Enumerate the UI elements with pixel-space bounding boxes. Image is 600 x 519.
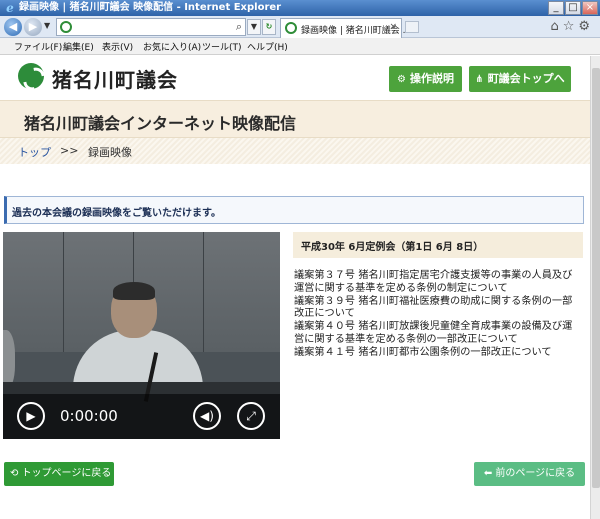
meeting-title: 平成30年 6月定例会（第1日 6月 8日）	[301, 242, 484, 253]
agenda-line: 議案第３７号 猪名川町指定居宅介護支援等の事業の人員及び	[294, 270, 573, 281]
wall-panel	[63, 232, 64, 352]
agenda-line: 改正について	[294, 308, 355, 320]
search-icon[interactable]: ⌕	[236, 20, 242, 34]
minimize-button[interactable]: _	[548, 1, 564, 15]
video-figure-left	[3, 330, 15, 390]
volume-icon[interactable]: ◀)	[193, 402, 221, 430]
agenda-line: 議案第３９号 猪名川町福祉医療費の助成に関する条例の一部	[294, 295, 573, 307]
speaker-hair	[113, 282, 155, 300]
sitemap-icon: ⋔	[475, 74, 484, 85]
intro-text: 過去の本会議の録画映像をご覧いただけます。	[12, 208, 221, 219]
agenda-line: 営に関する基準を定める条例の一部改正について	[294, 333, 518, 345]
page-content: 猪名川町議会 ⚙ 操作説明 ⋔ 町議会トップへ 猪名川町議会インターネット映像配信 …	[0, 56, 590, 519]
council-top-button[interactable]: ⋔ 町議会トップへ	[469, 66, 571, 92]
agenda-line: 運営に関する基準を定める条例の制定について	[294, 282, 508, 294]
breadcrumb-current: 録画映像	[88, 146, 132, 159]
site-name[interactable]: 猪名川町議会	[52, 64, 178, 93]
council-top-label: 町議会トップへ	[487, 72, 565, 85]
help-button-label: 操作説明	[409, 72, 454, 85]
agenda-line: 議案第４０号 猪名川町放課後児童健全育成事業の設備及び運	[294, 321, 573, 333]
scrollbar-thumb[interactable]	[592, 68, 600, 488]
home-favorites-settings-icons[interactable]: ⌂☆⚙	[550, 19, 594, 34]
breadcrumb: トップ >> 録画映像	[0, 138, 590, 164]
player-time: 0:00:00	[60, 407, 118, 425]
close-window-button[interactable]: ×	[582, 1, 598, 15]
page-title: 猪名川町議会インターネット映像配信	[24, 114, 297, 133]
breadcrumb-separator: >>	[60, 144, 79, 157]
window-titlebar: e 録画映像 | 猪名川町議会 映像配信 - Internet Explorer…	[0, 0, 600, 16]
forward-arrow-icon[interactable]: ▶	[24, 18, 42, 36]
back-arrow-icon[interactable]: ◀	[4, 18, 22, 36]
back-to-top-label: トップページに戻る	[21, 468, 112, 479]
refresh-arrow-icon: ⟲	[10, 468, 22, 479]
tab-favicon-icon	[285, 22, 297, 34]
refresh-icon[interactable]: ↻	[262, 19, 276, 35]
ie-logo-icon: e	[6, 1, 14, 15]
menu-bar: ファイル(F) 編集(E) 表示(V) お気に入り(A) ツール(T) ヘルプ(…	[0, 38, 600, 55]
meeting-header: 平成30年 6月定例会（第1日 6月 8日）	[293, 232, 583, 258]
menu-help[interactable]: ヘルプ(H)	[247, 40, 288, 53]
site-favicon-icon	[60, 21, 72, 33]
agenda-line: 議案第４１号 猪名川町都市公園条例の一部改正について	[294, 346, 552, 358]
help-button[interactable]: ⚙ 操作説明	[389, 66, 462, 92]
window-title: 録画映像 | 猪名川町議会 映像配信 - Internet Explorer	[19, 2, 282, 13]
vertical-scrollbar[interactable]	[590, 56, 600, 519]
address-dropdown-button[interactable]: ▼	[247, 19, 261, 35]
address-toolbar: ◀ ▶ ▼ ⌕ ▼ ↻ 録画映像 | 猪名川町議会 ... × ⌂☆⚙	[0, 16, 600, 38]
player-controls: ▶ 0:00:00 ◀) ⤢	[3, 394, 280, 439]
play-icon[interactable]: ▶	[17, 402, 45, 430]
gear-icon: ⚙	[397, 74, 406, 85]
menu-edit[interactable]: 編集(E)	[63, 40, 94, 53]
browser-tab[interactable]: 録画映像 | 猪名川町議会 ... ×	[280, 18, 411, 38]
previous-page-label: 前のページに戻る	[495, 468, 576, 479]
site-header: 猪名川町議会 ⚙ 操作説明 ⋔ 町議会トップへ	[0, 56, 590, 98]
history-dropdown-icon[interactable]: ▼	[44, 21, 50, 30]
agenda-list: 議案第３７号 猪名川町指定居宅介護支援等の事業の人員及び 運営に関する基準を定め…	[294, 270, 586, 360]
town-emblem-icon[interactable]	[18, 63, 44, 89]
wall-panel	[203, 232, 204, 352]
previous-page-button[interactable]: ⬅ 前のページに戻る	[474, 462, 585, 486]
menu-tools[interactable]: ツール(T)	[202, 40, 242, 53]
menu-view[interactable]: 表示(V)	[102, 40, 133, 53]
fullscreen-icon[interactable]: ⤢	[237, 402, 265, 430]
address-input[interactable]: ⌕	[56, 18, 246, 36]
breadcrumb-home-link[interactable]: トップ	[18, 144, 51, 160]
page-banner: 猪名川町議会インターネット映像配信	[0, 100, 590, 138]
new-tab-button[interactable]	[405, 21, 419, 33]
video-player[interactable]: ▶ 0:00:00 ◀) ⤢	[3, 232, 280, 439]
back-to-top-button[interactable]: ⟲ トップページに戻る	[4, 462, 114, 486]
menu-file[interactable]: ファイル(F)	[14, 40, 62, 53]
menu-favorites[interactable]: お気に入り(A)	[143, 40, 201, 53]
back-arrow-icon: ⬅	[483, 468, 496, 479]
intro-box: 過去の本会議の録画映像をご覧いただけます。	[4, 196, 584, 224]
maximize-button[interactable]: □	[565, 1, 581, 15]
close-tab-icon[interactable]: ×	[389, 22, 397, 32]
